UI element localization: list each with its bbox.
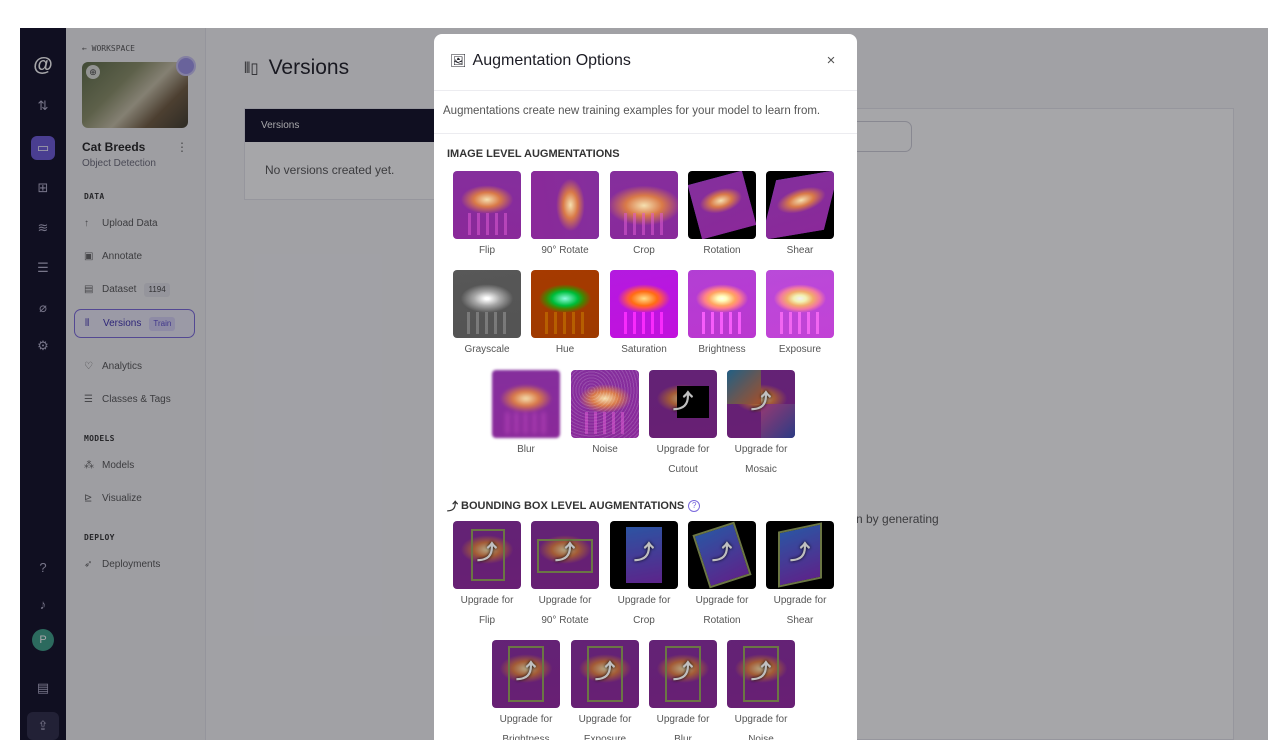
aug-label: Rotation	[703, 615, 741, 626]
aug-tile-grayscale[interactable]	[453, 270, 521, 338]
aug-label: Crop	[633, 615, 655, 626]
aug-label: Brightness	[502, 734, 550, 740]
bbox-level-heading: ⤴ BOUNDING BOX LEVEL AUGMENTATIONS ?	[447, 498, 701, 514]
aug-tile-shear[interactable]	[766, 171, 834, 239]
bbox-tile-rotation[interactable]: ⤴	[688, 521, 756, 589]
aug-label: 90° Rotate	[541, 615, 589, 626]
aug-label: Upgrade for	[617, 595, 671, 606]
bbox-tile-90-rotate[interactable]: ⤴	[531, 521, 599, 589]
upgrade-icon: ⤴	[712, 542, 732, 564]
aug-label: Exposure	[778, 344, 822, 355]
upgrade-icon: ⤴	[555, 542, 575, 564]
help-icon[interactable]: ?	[688, 500, 701, 512]
aug-label: Blur	[674, 734, 692, 740]
aug-label: Hue	[555, 344, 575, 355]
close-icon[interactable]: ×	[820, 50, 842, 72]
upgrade-icon: ⤴	[516, 661, 536, 683]
aug-tile-flip[interactable]	[453, 171, 521, 239]
aug-label: Upgrade for	[734, 444, 788, 455]
bbox-tile-exposure[interactable]: ⤴	[571, 640, 639, 708]
aug-label: Brightness	[698, 344, 746, 355]
modal-header: 🖼 Augmentation Options ×	[434, 34, 857, 91]
aug-label: Shear	[786, 245, 814, 256]
aug-label: Rotation	[703, 245, 741, 256]
aug-label: 90° Rotate	[541, 245, 589, 256]
aug-label: Cutout	[668, 464, 698, 475]
aug-label: Upgrade for	[656, 444, 710, 455]
aug-tile-saturation[interactable]	[610, 270, 678, 338]
aug-label: Crop	[633, 245, 655, 256]
bbox-tile-crop[interactable]: ⤴	[610, 521, 678, 589]
modal-description: Augmentations create new training exampl…	[434, 91, 857, 134]
aug-label: Exposure	[583, 734, 627, 740]
bbox-tile-shear[interactable]: ⤴	[766, 521, 834, 589]
upgrade-icon: ⤴	[673, 391, 693, 413]
aug-tile-noise[interactable]	[571, 370, 639, 438]
aug-tile-cutout[interactable]: ⤴	[649, 370, 717, 438]
image-level-heading-text: IMAGE LEVEL AUGMENTATIONS	[447, 148, 620, 160]
upgrade-icon: ⤴	[634, 542, 654, 564]
aug-tile-mosaic[interactable]: ⤴	[727, 370, 795, 438]
bbox-tile-noise[interactable]: ⤴	[727, 640, 795, 708]
aug-label: Blur	[517, 444, 535, 455]
aug-tile-hue[interactable]	[531, 270, 599, 338]
upgrade-icon: ⤴	[751, 661, 771, 683]
image-level-heading: IMAGE LEVEL AUGMENTATIONS	[447, 148, 620, 160]
bbox-tile-blur[interactable]: ⤴	[649, 640, 717, 708]
upgrade-icon: ⤴	[751, 391, 771, 413]
upgrade-icon: ⤴	[790, 542, 810, 564]
aug-label: Grayscale	[464, 344, 510, 355]
aug-label: Flip	[478, 615, 496, 626]
aug-label: Flip	[478, 245, 496, 256]
aug-label: Upgrade for	[773, 595, 827, 606]
app-screen: @ ⇅ ▭ ⊞ ≋ ☰ ⌀ ⚙ ? ♪ P ▤ ⇪ ← WORKSPACE ⊕ …	[20, 28, 1268, 740]
upgrade-icon: ⤴	[447, 501, 458, 513]
aug-label: Upgrade for	[578, 714, 632, 725]
bbox-tile-flip[interactable]: ⤴	[453, 521, 521, 589]
aug-tile-brightness[interactable]	[688, 270, 756, 338]
bbox-level-heading-text: BOUNDING BOX LEVEL AUGMENTATIONS	[461, 500, 685, 512]
aug-label: Upgrade for	[734, 714, 788, 725]
aug-label: Saturation	[621, 344, 667, 355]
aug-tile-exposure[interactable]	[766, 270, 834, 338]
aug-label: Upgrade for	[695, 595, 749, 606]
upgrade-icon: ⤴	[673, 661, 693, 683]
aug-label: Upgrade for	[538, 595, 592, 606]
bbox-tile-brightness[interactable]: ⤴	[492, 640, 560, 708]
aug-label: Mosaic	[745, 464, 777, 475]
upgrade-icon: ⤴	[477, 542, 497, 564]
aug-tile-crop[interactable]	[610, 171, 678, 239]
aug-label: Noise	[592, 444, 618, 455]
augmentation-options-modal: 🖼 Augmentation Options × Augmentations c…	[434, 34, 857, 740]
image-icon: 🖼	[450, 53, 467, 68]
modal-title-text: Augmentation Options	[472, 52, 631, 69]
aug-label: Noise	[748, 734, 774, 740]
aug-label: Upgrade for	[499, 714, 553, 725]
aug-label: Upgrade for	[656, 714, 710, 725]
aug-tile-90-rotate[interactable]	[531, 171, 599, 239]
aug-tile-rotation[interactable]	[688, 171, 756, 239]
upgrade-icon: ⤴	[595, 661, 615, 683]
aug-tile-blur[interactable]	[492, 370, 560, 438]
modal-title: 🖼 Augmentation Options	[450, 52, 631, 70]
aug-label: Upgrade for	[460, 595, 514, 606]
aug-label: Shear	[786, 615, 814, 626]
